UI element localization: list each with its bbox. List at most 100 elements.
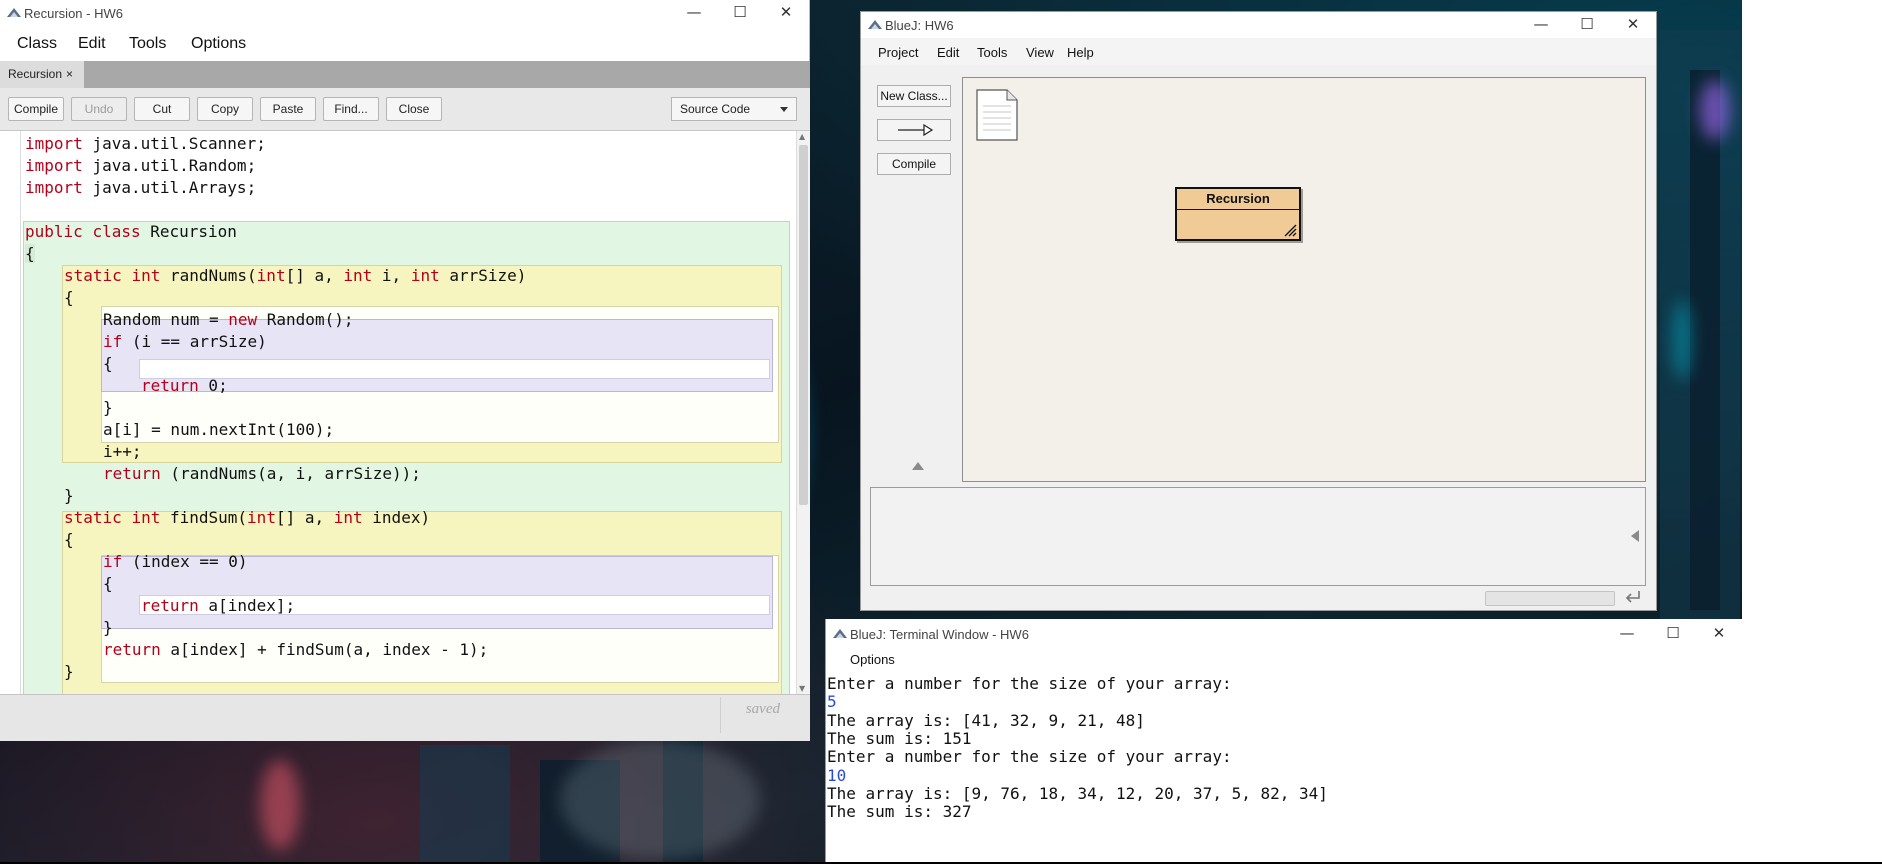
code-editor[interactable]: import java.util.Scanner; import java.ut… (0, 131, 810, 694)
terminal-output[interactable]: Enter a number for the size of your arra… (826, 671, 1743, 864)
progress-indicator (1485, 591, 1615, 606)
bluej-app-icon (868, 20, 882, 29)
window-title: BlueJ: HW6 (885, 18, 954, 33)
terminal-titlebar[interactable]: BlueJ: Terminal Window - HW6 — ☐ ✕ (826, 619, 1742, 649)
class-diagram-canvas[interactable]: Recursion (962, 77, 1646, 482)
code-line: Random num = new Random(); (103, 310, 354, 329)
menu-options[interactable]: Options (191, 35, 246, 53)
collapse-arrow-icon[interactable] (1631, 530, 1639, 542)
close-window-button[interactable]: ✕ (763, 0, 809, 26)
code-line: import java.util.Scanner; (25, 134, 266, 153)
object-bench[interactable] (870, 487, 1646, 586)
code-line: return a[index]; (141, 596, 296, 615)
scrollbar-thumb[interactable] (799, 145, 808, 505)
editor-menubar: Class Edit Tools Options (0, 26, 809, 60)
code-line: { (25, 244, 35, 263)
editor-status-bar: saved (0, 694, 810, 741)
scroll-up-icon[interactable]: ▲ (799, 132, 805, 141)
menu-edit[interactable]: Edit (78, 35, 106, 53)
undo-button[interactable]: Undo (71, 97, 127, 121)
scroll-down-icon[interactable]: ▼ (799, 684, 805, 693)
code-line: return (randNums(a, i, arrSize)); (103, 464, 421, 483)
code-line: } (64, 662, 74, 681)
tab-label: Recursion (8, 67, 63, 81)
up-arrow-icon[interactable] (912, 462, 924, 470)
tab-recursion[interactable]: Recursion × (0, 61, 84, 88)
editor-scrollbar[interactable]: ▲ ▼ (796, 131, 810, 694)
minimize-button[interactable]: — (1518, 12, 1564, 38)
terminal-output-line: Enter a number for the size of your arra… (827, 747, 1232, 767)
class-recursion[interactable]: Recursion (1175, 187, 1301, 241)
paste-button[interactable]: Paste (260, 97, 316, 121)
maximize-button[interactable]: ☐ (717, 0, 763, 26)
bluej-app-icon (833, 629, 847, 638)
code-line: } (103, 618, 113, 637)
minimize-button[interactable]: — (1604, 621, 1650, 647)
menu-project[interactable]: Project (878, 45, 918, 60)
class-divider (1177, 209, 1299, 210)
code-line: { (103, 574, 113, 593)
editor-toolbar: Compile Undo Cut Copy Paste Find... Clos… (0, 88, 810, 131)
code-line: public class Recursion (25, 222, 237, 241)
menu-tools[interactable]: Tools (977, 45, 1007, 60)
menu-class[interactable]: Class (17, 35, 57, 53)
compile-button[interactable]: Compile (877, 153, 951, 175)
menu-edit[interactable]: Edit (937, 45, 959, 60)
editor-tab-strip: Recursion × (0, 61, 810, 88)
saved-status: saved (745, 701, 780, 717)
code-line: static int randNums(int[] a, int i, int … (64, 266, 527, 285)
code-line: if (i == arrSize) (103, 332, 267, 351)
chevron-down-icon (780, 107, 788, 112)
new-inheritance-button[interactable] (877, 119, 951, 141)
terminal-output-line: The array is: [9, 76, 18, 34, 12, 20, 37… (827, 783, 1328, 803)
copy-button[interactable]: Copy (197, 97, 253, 121)
terminal-input-line: 10 (827, 765, 847, 785)
code-line: import java.util.Random; (25, 156, 257, 175)
bluej-project-window: BlueJ: HW6 — ☐ ✕ Project Edit Tools View… (860, 11, 1657, 611)
menu-view[interactable]: View (1026, 45, 1054, 60)
code-line: import java.util.Arrays; (25, 178, 257, 197)
close-button[interactable]: Close (386, 97, 442, 121)
terminal-window: BlueJ: Terminal Window - HW6 — ☐ ✕ Optio… (825, 619, 1743, 864)
terminal-menubar: Options (826, 649, 1742, 672)
close-window-button[interactable]: ✕ (1696, 621, 1742, 647)
code-line: return a[index] + findSum(a, index - 1); (103, 640, 489, 659)
desktop-empty-area (1742, 0, 1882, 864)
terminal-input-line: 5 (827, 692, 837, 712)
bluej-titlebar[interactable]: BlueJ: HW6 — ☐ ✕ (861, 12, 1656, 38)
terminal-output-line: The array is: [41, 32, 9, 21, 48] (827, 710, 1145, 730)
resize-handle-icon[interactable] (1283, 223, 1297, 237)
code-line: static int findSum(int[] a, int index) (64, 508, 431, 527)
code-line: return 0; (141, 376, 228, 395)
menu-tools[interactable]: Tools (129, 35, 166, 53)
code-line: } (64, 486, 74, 505)
code-line: { (64, 530, 74, 549)
window-title: Recursion - HW6 (24, 6, 123, 21)
terminal-output-line: The sum is: 151 (827, 728, 972, 748)
compile-button[interactable]: Compile (8, 97, 64, 121)
if-body-randnums (139, 359, 770, 379)
code-line: i++; (103, 442, 142, 461)
code-line: a[i] = num.nextInt(100); (103, 420, 335, 439)
editor-titlebar[interactable]: Recursion - HW6 — ☐ ✕ (0, 0, 809, 26)
code-line: { (103, 354, 113, 373)
bluej-menubar: Project Edit Tools View Help (861, 39, 1656, 65)
view-select[interactable]: Source Code (671, 97, 797, 121)
code-line: if (index == 0) (103, 552, 248, 571)
tab-close-icon[interactable]: × (66, 61, 73, 88)
minimize-button[interactable]: — (671, 0, 717, 26)
line-gutter[interactable] (0, 131, 21, 694)
new-class-button[interactable]: New Class... (877, 85, 951, 107)
bluej-app-icon (7, 8, 21, 17)
menu-options[interactable]: Options (850, 652, 895, 667)
find-button[interactable]: Find... (323, 97, 379, 121)
readme-document-icon[interactable] (975, 88, 1019, 142)
terminal-output-line: Enter a number for the size of your arra… (827, 674, 1232, 693)
maximize-button[interactable]: ☐ (1564, 12, 1610, 38)
close-window-button[interactable]: ✕ (1610, 12, 1656, 38)
inheritance-arrow-icon (898, 123, 934, 137)
return-icon[interactable] (1623, 588, 1643, 606)
menu-help[interactable]: Help (1067, 45, 1094, 60)
maximize-button[interactable]: ☐ (1650, 621, 1696, 647)
cut-button[interactable]: Cut (134, 97, 190, 121)
